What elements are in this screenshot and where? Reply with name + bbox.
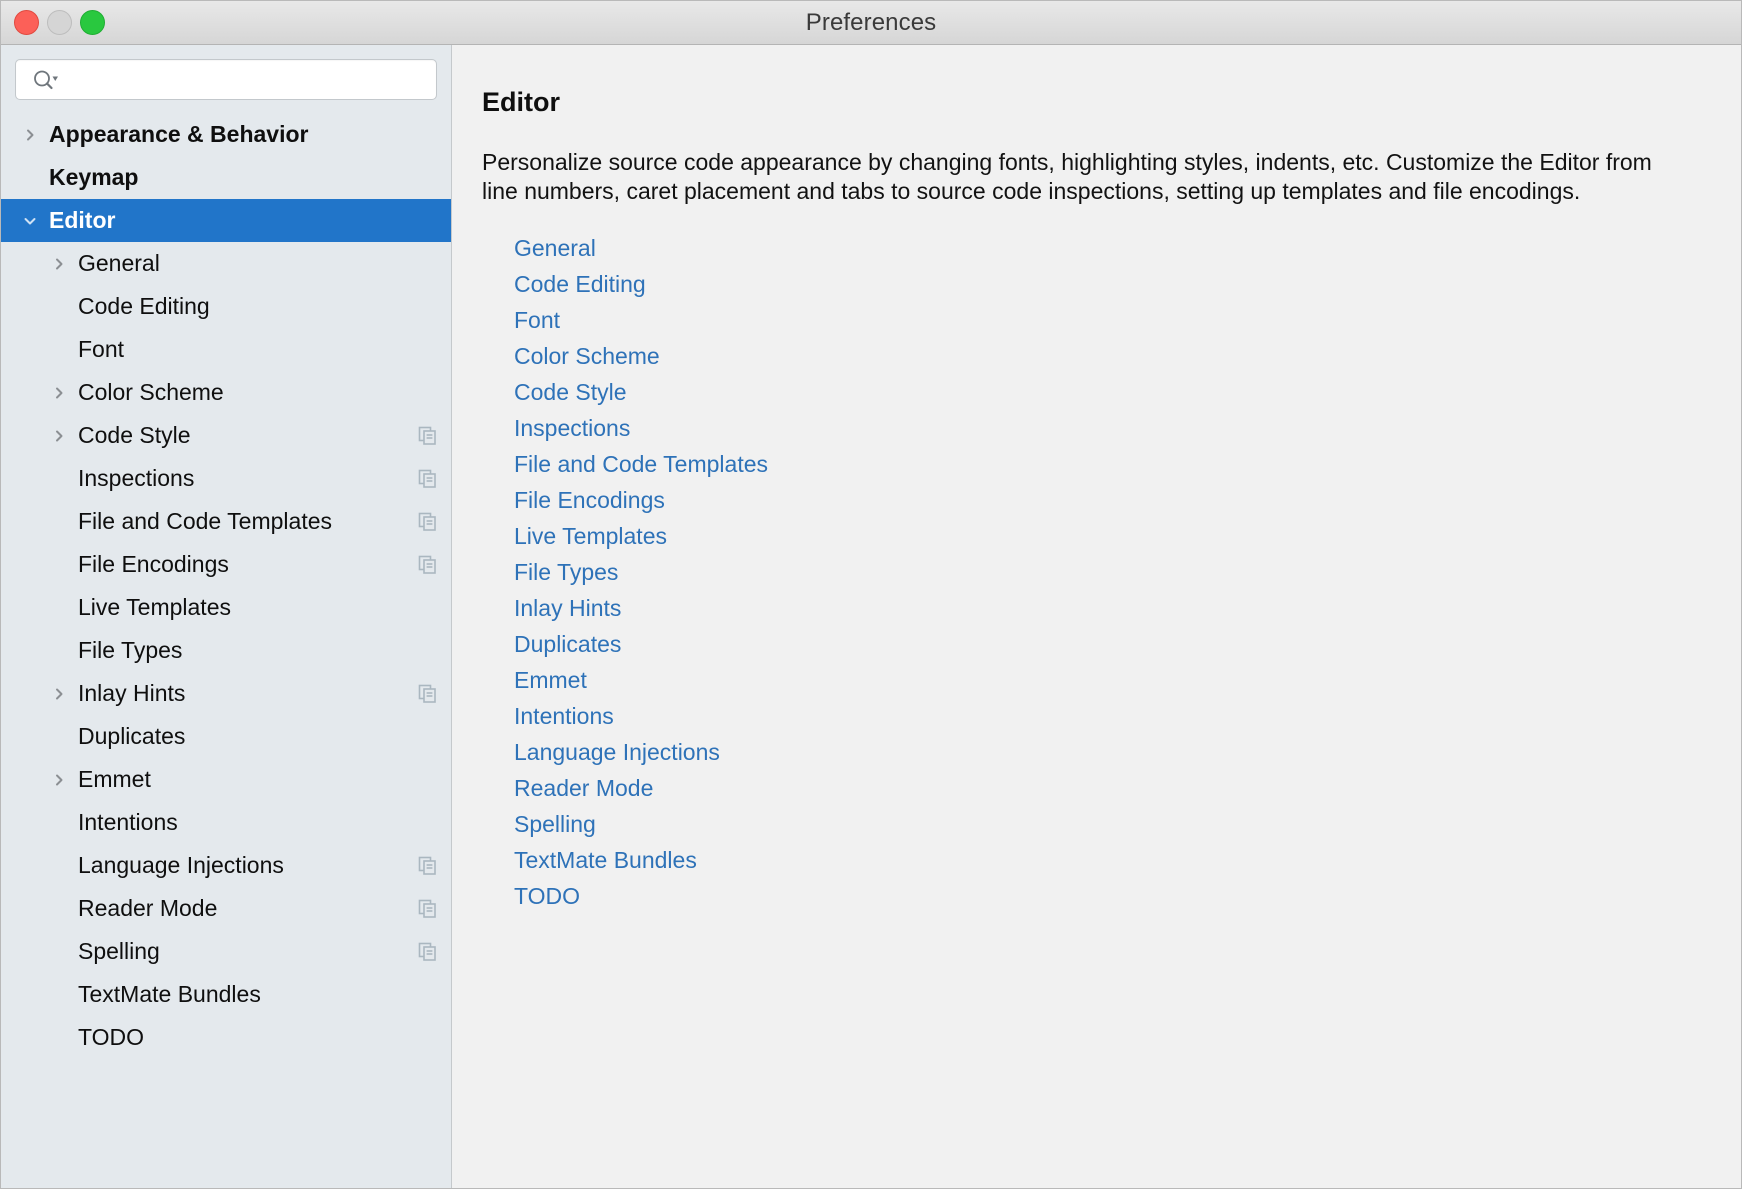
search-container xyxy=(1,45,451,112)
sidebar-item-label: Appearance & Behavior xyxy=(49,121,309,147)
sidebar-item-label: Editor xyxy=(49,207,116,233)
chevron-down-icon[interactable] xyxy=(19,210,41,232)
close-window-button[interactable] xyxy=(14,10,39,35)
sidebar-item-label: Intentions xyxy=(78,809,178,835)
copy-icon[interactable] xyxy=(417,555,437,575)
subpage-link-duplicates[interactable]: Duplicates xyxy=(514,626,621,662)
chevron-right-icon[interactable] xyxy=(48,425,70,447)
copy-icon[interactable] xyxy=(417,899,437,919)
sidebar-item-label: Reader Mode xyxy=(78,895,218,921)
sidebar-item-label: Color Scheme xyxy=(78,379,224,405)
search-icon[interactable] xyxy=(33,70,59,90)
sidebar-item-todo[interactable]: TODO xyxy=(1,1016,451,1059)
subpage-link-list: General Code Editing Font Color Scheme Code … xyxy=(482,230,1713,914)
sidebar-item-label: Emmet xyxy=(78,766,151,792)
sidebar-item-label: General xyxy=(78,250,160,276)
sidebar-item-label: Font xyxy=(78,336,125,362)
maximize-window-button[interactable] xyxy=(80,10,105,35)
copy-icon[interactable] xyxy=(417,469,437,489)
subpage-link-font[interactable]: Font xyxy=(514,302,560,338)
sidebar-item-label: Language Injections xyxy=(78,852,284,878)
subpage-link-reader-mode[interactable]: Reader Mode xyxy=(514,770,653,806)
sidebar-item-file-encodings[interactable]: File Encodings xyxy=(1,543,451,586)
sidebar-item-textmate-bundles[interactable]: TextMate Bundles xyxy=(1,973,451,1016)
subpage-link-inspections[interactable]: Inspections xyxy=(514,410,630,446)
settings-sidebar: Appearance & Behavior Keymap Editor General… xyxy=(1,45,452,1188)
chevron-right-icon[interactable] xyxy=(48,382,70,404)
copy-icon[interactable] xyxy=(417,512,437,532)
subpage-link-language-injections[interactable]: Language Injections xyxy=(514,734,720,770)
minimize-window-button[interactable] xyxy=(47,10,72,35)
chevron-right-icon[interactable] xyxy=(48,769,70,791)
subpage-link-todo[interactable]: TODO xyxy=(514,878,580,914)
sidebar-item-general[interactable]: General xyxy=(1,242,451,285)
preferences-window: Preferences Appearance & Behavior Keymap… xyxy=(0,0,1742,1189)
subpage-link-spelling[interactable]: Spelling xyxy=(514,806,596,842)
sidebar-item-label: Live Templates xyxy=(78,594,231,620)
sidebar-item-label: Inspections xyxy=(78,465,195,491)
sidebar-item-label: Keymap xyxy=(49,164,139,190)
sidebar-item-editor[interactable]: Editor xyxy=(1,199,451,242)
sidebar-item-spelling[interactable]: Spelling xyxy=(1,930,451,973)
chevron-right-icon[interactable] xyxy=(19,124,41,146)
subpage-link-textmate-bundles[interactable]: TextMate Bundles xyxy=(514,842,697,878)
sidebar-item-label: File and Code Templates xyxy=(78,508,332,534)
titlebar: Preferences xyxy=(1,1,1741,45)
subpage-link-code-style[interactable]: Code Style xyxy=(514,374,627,410)
sidebar-item-file-and-code-templates[interactable]: File and Code Templates xyxy=(1,500,451,543)
copy-icon[interactable] xyxy=(417,856,437,876)
sidebar-item-label: File Types xyxy=(78,637,183,663)
sidebar-item-emmet[interactable]: Emmet xyxy=(1,758,451,801)
subpage-link-intentions[interactable]: Intentions xyxy=(514,698,614,734)
sidebar-item-inlay-hints[interactable]: Inlay Hints xyxy=(1,672,451,715)
settings-tree: Appearance & Behavior Keymap Editor General… xyxy=(1,112,451,1188)
window-body: Appearance & Behavior Keymap Editor General… xyxy=(1,45,1741,1188)
subpage-link-file-types[interactable]: File Types xyxy=(514,554,618,590)
sidebar-item-label: Code Editing xyxy=(78,293,210,319)
sidebar-item-label: Inlay Hints xyxy=(78,680,186,706)
subpage-link-live-templates[interactable]: Live Templates xyxy=(514,518,667,554)
chevron-right-icon[interactable] xyxy=(48,683,70,705)
copy-icon[interactable] xyxy=(417,684,437,704)
sidebar-item-code-style[interactable]: Code Style xyxy=(1,414,451,457)
sidebar-item-code-editing[interactable]: Code Editing xyxy=(1,285,451,328)
sidebar-item-language-injections[interactable]: Language Injections xyxy=(1,844,451,887)
sidebar-item-label: Code Style xyxy=(78,422,191,448)
sidebar-item-label: TODO xyxy=(78,1024,145,1050)
sidebar-item-appearance-behavior[interactable]: Appearance & Behavior xyxy=(1,113,451,156)
window-title: Preferences xyxy=(805,8,937,36)
sidebar-item-label: Spelling xyxy=(78,938,160,964)
subpage-link-color-scheme[interactable]: Color Scheme xyxy=(514,338,660,374)
subpage-link-file-and-code-templates[interactable]: File and Code Templates xyxy=(514,446,768,482)
sidebar-item-file-types[interactable]: File Types xyxy=(1,629,451,672)
sidebar-item-intentions[interactable]: Intentions xyxy=(1,801,451,844)
chevron-right-icon[interactable] xyxy=(48,253,70,275)
sidebar-item-color-scheme[interactable]: Color Scheme xyxy=(1,371,451,414)
sidebar-item-reader-mode[interactable]: Reader Mode xyxy=(1,887,451,930)
subpage-link-emmet[interactable]: Emmet xyxy=(514,662,587,698)
subpage-link-code-editing[interactable]: Code Editing xyxy=(514,266,646,302)
traffic-lights xyxy=(14,1,105,44)
copy-icon[interactable] xyxy=(417,942,437,962)
sidebar-item-live-templates[interactable]: Live Templates xyxy=(1,586,451,629)
sidebar-item-label: File Encodings xyxy=(78,551,229,577)
sidebar-item-keymap[interactable]: Keymap xyxy=(1,156,451,199)
sidebar-item-duplicates[interactable]: Duplicates xyxy=(1,715,451,758)
copy-icon[interactable] xyxy=(417,426,437,446)
sidebar-item-label: TextMate Bundles xyxy=(78,981,261,1007)
search-input[interactable] xyxy=(67,68,426,91)
subpage-link-general[interactable]: General xyxy=(514,230,596,266)
search-box[interactable] xyxy=(15,59,437,100)
page-description: Personalize source code appearance by ch… xyxy=(482,149,1652,205)
sidebar-item-label: Duplicates xyxy=(78,723,186,749)
subpage-link-file-encodings[interactable]: File Encodings xyxy=(514,482,665,518)
sidebar-item-inspections[interactable]: Inspections xyxy=(1,457,451,500)
page-title: Editor xyxy=(482,87,560,117)
main-panel: Editor Personalize source code appearanc… xyxy=(452,45,1741,1188)
subpage-link-inlay-hints[interactable]: Inlay Hints xyxy=(514,590,621,626)
sidebar-item-font[interactable]: Font xyxy=(1,328,451,371)
